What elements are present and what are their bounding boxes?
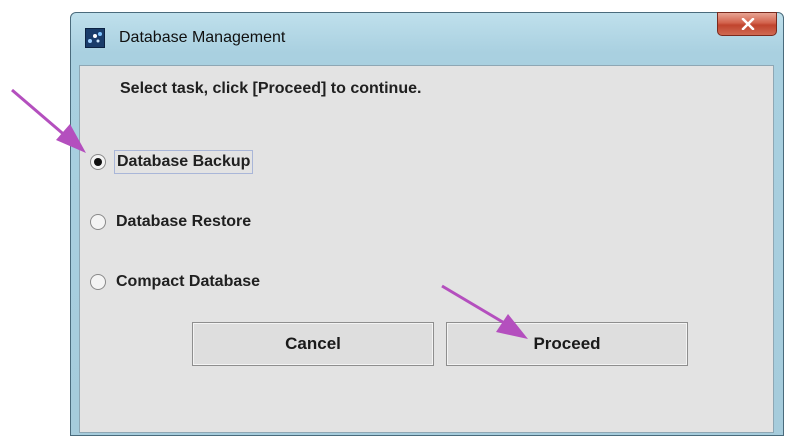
annotation-arrows [11, 88, 528, 339]
arrow-to-proceed-button [441, 284, 528, 339]
arrow-to-backup-option [11, 88, 86, 153]
